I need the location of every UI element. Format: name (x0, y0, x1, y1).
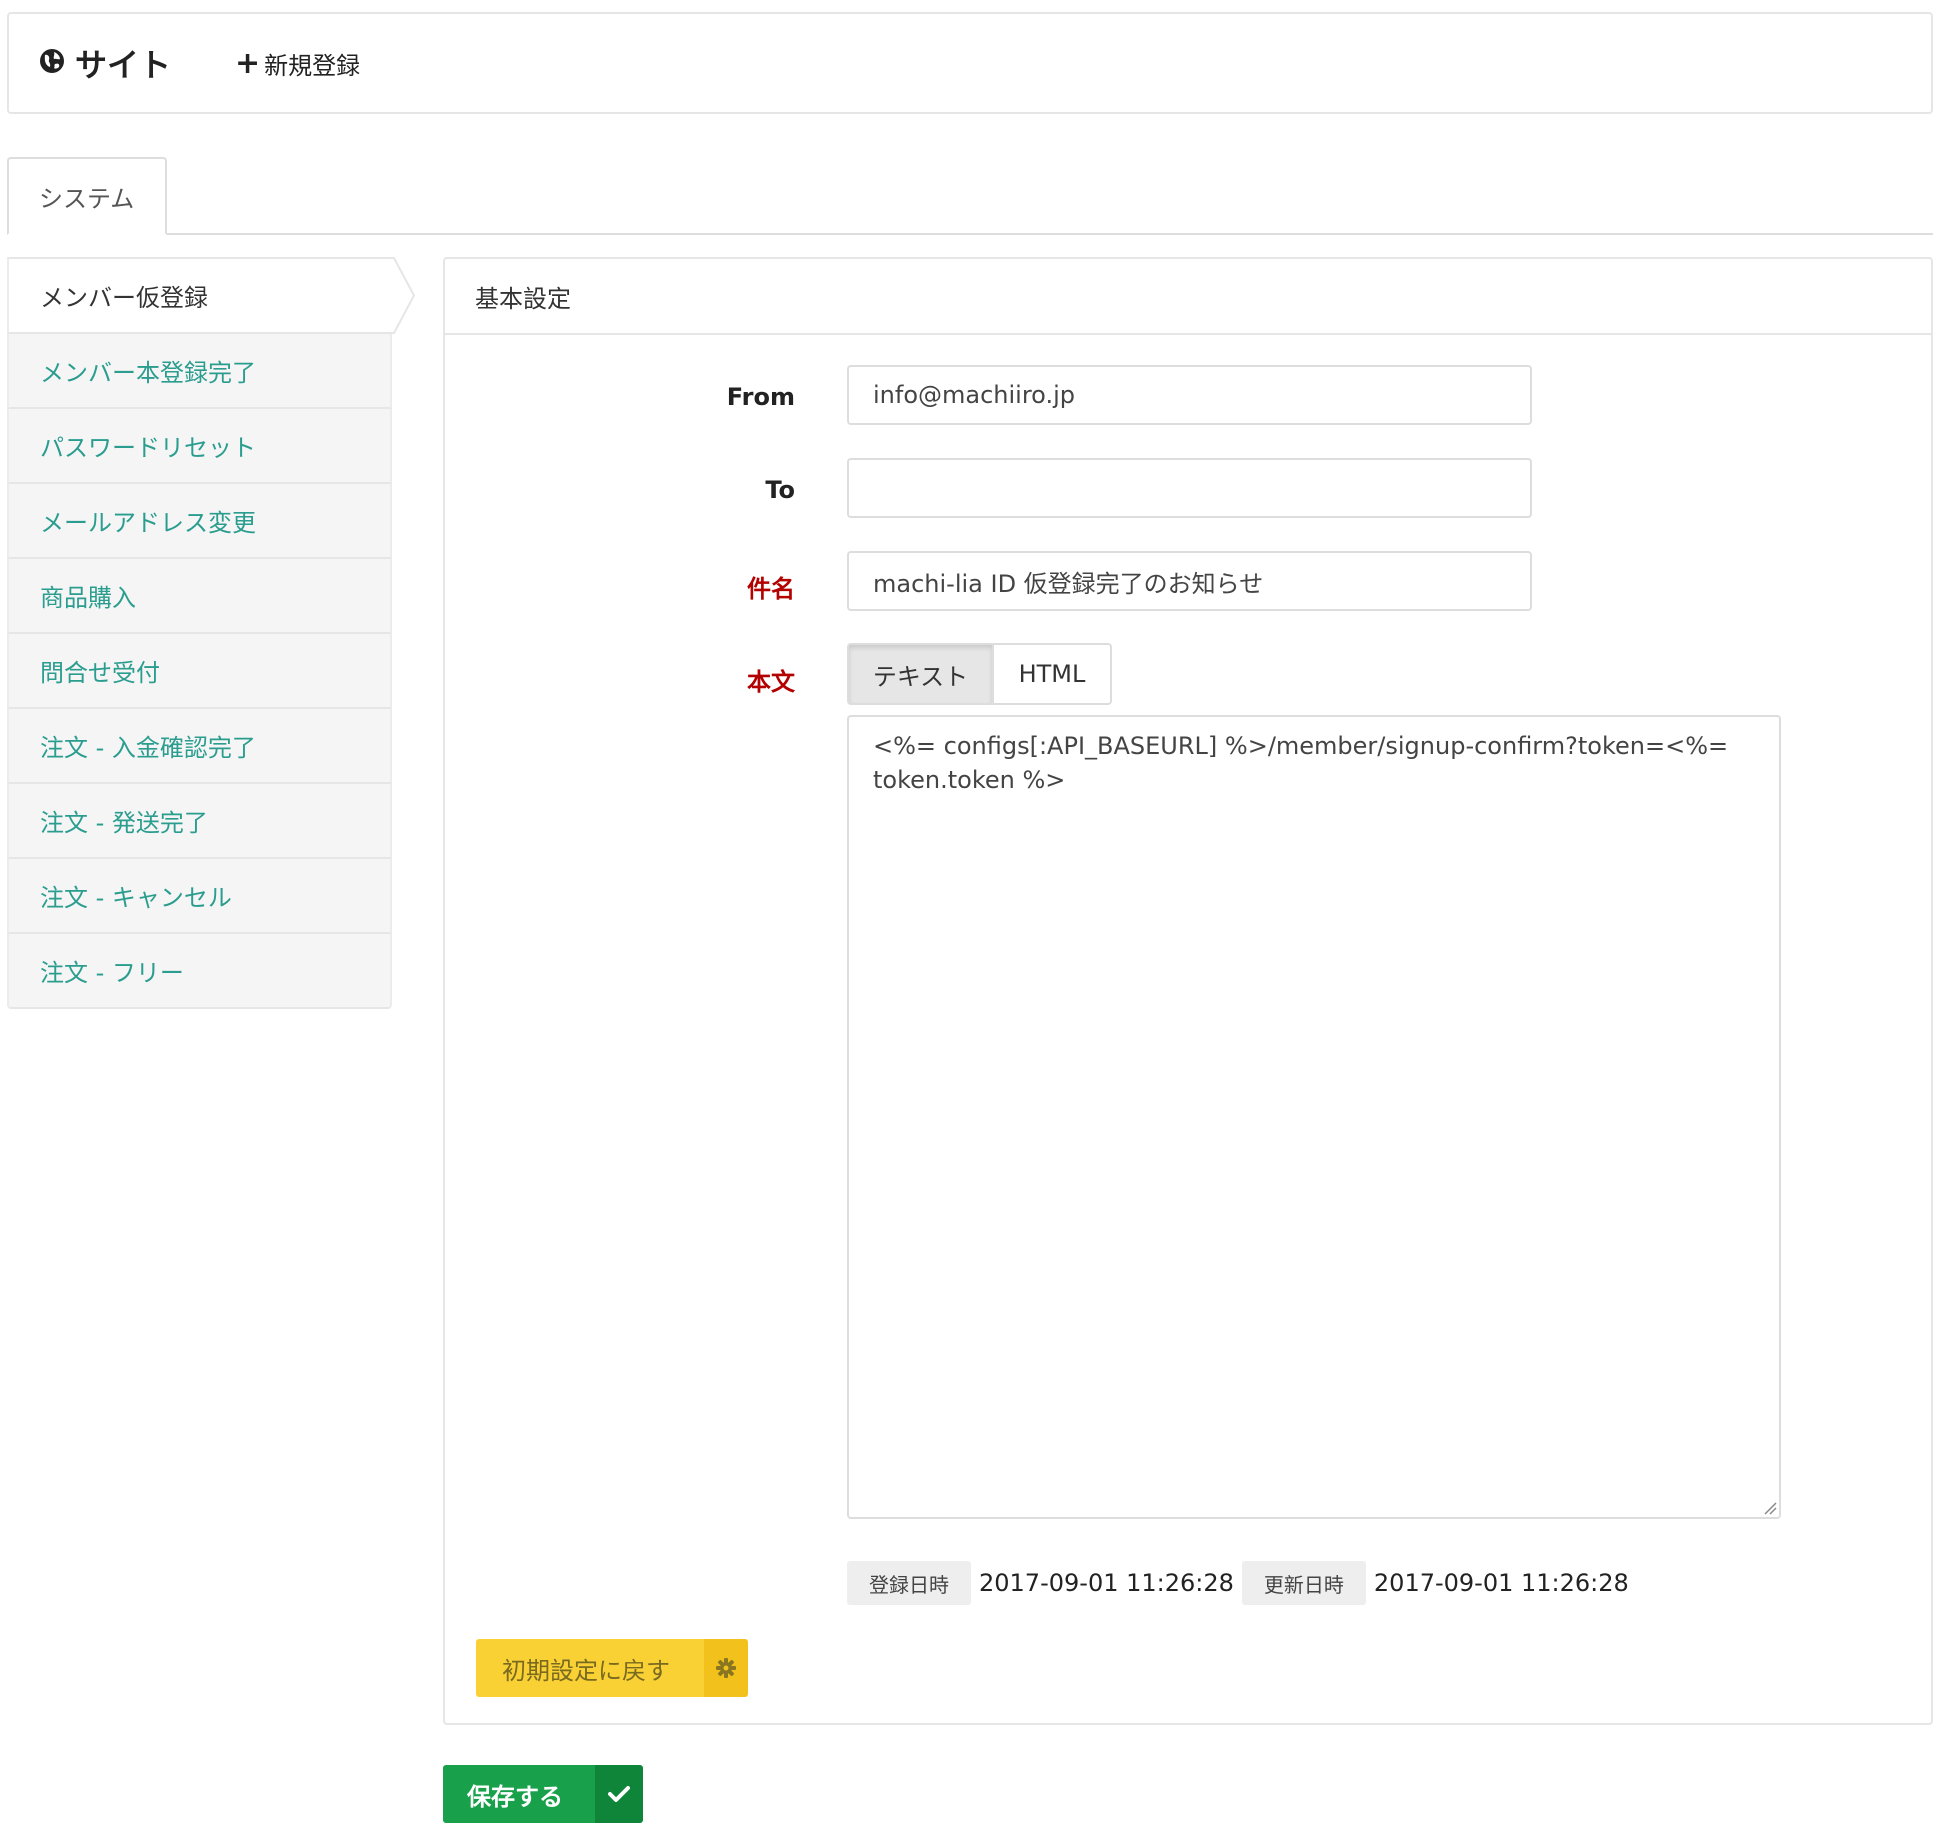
globe-icon (39, 44, 75, 82)
panel-heading: 基本設定 (445, 259, 1931, 335)
sidebar-item-member-provisional[interactable]: メンバー仮登録 (7, 257, 416, 334)
body-label: 本文 (747, 668, 795, 696)
sidebar-item-order-shipped[interactable]: 注文 - 発送完了 (7, 784, 392, 859)
sidebar-item-member-registered[interactable]: メンバー本登録完了 (7, 334, 392, 409)
sidebar-item-order-payment[interactable]: 注文 - 入金確認完了 (7, 709, 392, 784)
settings-panel: 基本設定 From info@machiiro.jp To 件名 machi-l… (443, 257, 1933, 1725)
save-button-label: 保存する (443, 1765, 595, 1823)
sidebar-item-label: 商品購入 (40, 584, 136, 612)
subject-field-value: machi-lia ID 仮登録完了のお知らせ (873, 569, 1264, 598)
sidebar-item-email-change[interactable]: メールアドレス変更 (7, 484, 392, 559)
sidebar-item-label: メンバー仮登録 (40, 284, 208, 312)
mode-text-button[interactable]: テキスト (847, 643, 994, 705)
timestamps: 登録日時 2017-09-01 11:26:28 更新日時 2017-09-01… (847, 1561, 1637, 1605)
to-label: To (765, 476, 795, 504)
tab-system-label: システム (39, 184, 135, 213)
tab-bar: システム (7, 157, 1933, 235)
sidebar-item-label: パスワードリセット (40, 434, 256, 462)
created-at-label: 登録日時 (847, 1561, 971, 1605)
subject-label: 件名 (747, 575, 795, 603)
sidebar-item-purchase[interactable]: 商品購入 (7, 559, 392, 634)
sidebar-item-label: 注文 - 発送完了 (40, 809, 208, 837)
sidebar-item-order-cancel[interactable]: 注文 - キャンセル (7, 859, 392, 934)
body-mode-toggle: テキスト HTML (847, 643, 1112, 705)
sidebar-item-label: メンバー本登録完了 (40, 359, 256, 387)
mode-html-button[interactable]: HTML (994, 643, 1112, 705)
body-textarea[interactable]: <%= configs[:API_BASEURL] %>/member/sign… (847, 715, 1781, 1519)
sidebar-item-label: 注文 - キャンセル (40, 884, 232, 912)
resize-handle-icon[interactable] (1763, 1501, 1777, 1515)
check-icon (595, 1765, 643, 1823)
active-arrow-indicator (392, 257, 416, 334)
sidebar-item-order-free[interactable]: 注文 - フリー (7, 934, 392, 1009)
from-field[interactable]: info@machiiro.jp (847, 365, 1532, 425)
created-at-value: 2017-09-01 11:26:28 (979, 1569, 1234, 1597)
reset-defaults-label: 初期設定に戻す (476, 1639, 704, 1697)
updated-at-label: 更新日時 (1241, 1561, 1366, 1605)
new-register-link[interactable]: + 新規登録 (235, 46, 360, 81)
brand-label: サイト (75, 46, 172, 84)
reset-defaults-button[interactable]: 初期設定に戻す (476, 1639, 748, 1697)
new-register-label: 新規登録 (264, 51, 361, 80)
save-button[interactable]: 保存する (443, 1765, 643, 1823)
gear-icon (704, 1639, 748, 1697)
from-label: From (726, 383, 795, 411)
tab-divider (7, 233, 1933, 235)
panel-heading-label: 基本設定 (475, 284, 571, 313)
sidebar-item-label: 問合せ受付 (40, 659, 160, 687)
tab-system[interactable]: システム (7, 157, 167, 235)
sidebar-item-label: 注文 - 入金確認完了 (40, 734, 256, 762)
top-navbar: サイト + 新規登録 (7, 12, 1933, 114)
sidebar-item-label: 注文 - フリー (40, 959, 184, 987)
sidebar-item-inquiry[interactable]: 問合せ受付 (7, 634, 392, 709)
from-field-value: info@machiiro.jp (873, 381, 1075, 409)
sidebar-item-password-reset[interactable]: パスワードリセット (7, 409, 392, 484)
sidebar-item-label: メールアドレス変更 (40, 509, 256, 537)
updated-at-value: 2017-09-01 11:26:28 (1373, 1569, 1629, 1597)
sidebar-menu: メンバー仮登録 メンバー本登録完了 パスワードリセット メールアドレス変更 商品… (7, 257, 416, 1009)
subject-field[interactable]: machi-lia ID 仮登録完了のお知らせ (847, 551, 1532, 611)
plus-icon: + (235, 45, 261, 81)
brand-link[interactable]: サイト (39, 40, 171, 86)
to-field[interactable] (847, 458, 1532, 518)
body-content: <%= configs[:API_BASEURL] %>/member/sign… (873, 732, 1729, 794)
